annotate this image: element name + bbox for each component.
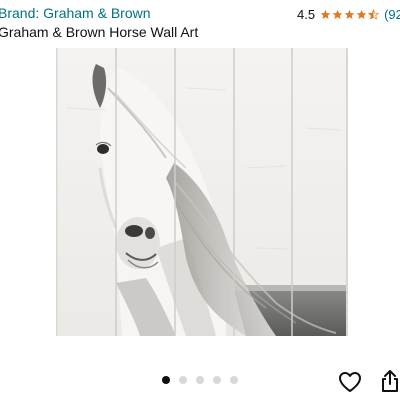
pager-dot-active[interactable]: [162, 376, 170, 384]
horse-on-wood-planks-image: [56, 48, 348, 336]
heart-icon: [339, 372, 361, 392]
favorite-button[interactable]: [337, 369, 363, 395]
star-rating: [320, 8, 380, 20]
share-icon: [382, 370, 398, 392]
pager-dot[interactable]: [230, 376, 238, 384]
pager-dot[interactable]: [196, 376, 204, 384]
brand-link[interactable]: Brand: Graham & Brown: [0, 5, 151, 21]
star-icon: [332, 9, 343, 19]
rating-summary[interactable]: 4.5 (92): [297, 5, 400, 23]
review-count[interactable]: (92): [384, 7, 400, 22]
rating-value: 4.5: [297, 6, 316, 22]
share-button[interactable]: [377, 368, 400, 394]
star-icon: [344, 9, 355, 19]
star-icon: [356, 9, 367, 19]
pager-dot[interactable]: [179, 376, 187, 384]
star-icon: [320, 9, 331, 19]
product-title: Graham & Brown Horse Wall Art: [0, 24, 199, 40]
pager-dot[interactable]: [213, 376, 221, 384]
star-half-icon: [368, 8, 380, 20]
product-image[interactable]: [56, 48, 348, 336]
image-pager[interactable]: [162, 376, 238, 384]
